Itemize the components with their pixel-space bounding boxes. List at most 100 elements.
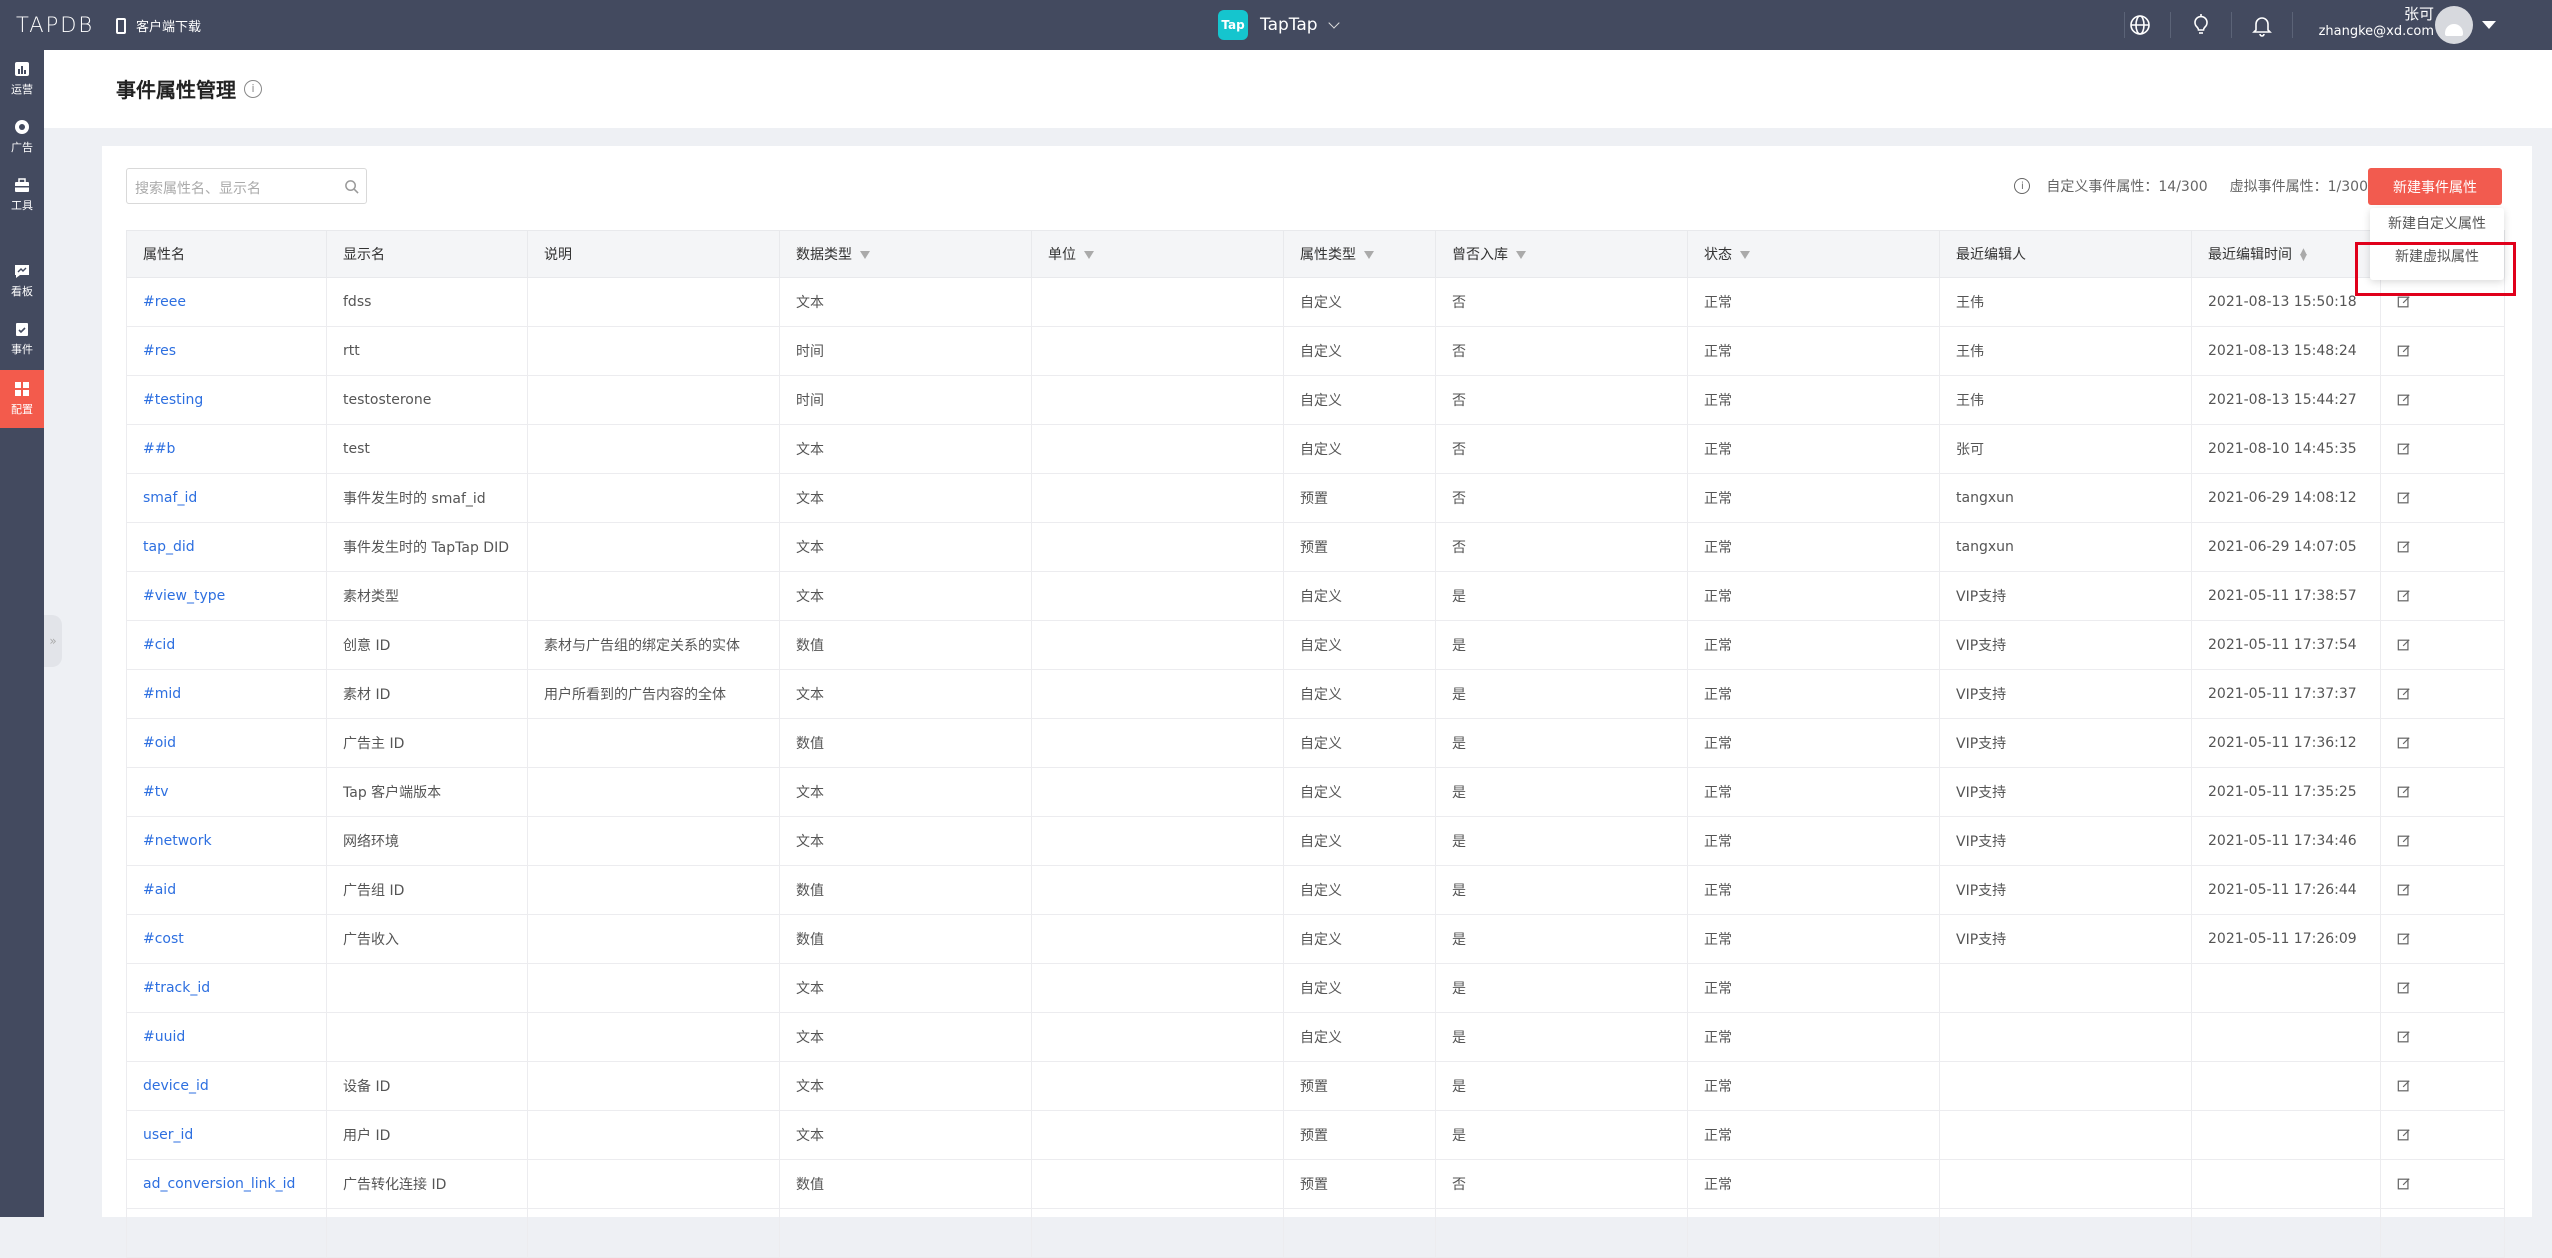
sidebar-item-config[interactable]: 配置 — [0, 370, 44, 428]
client-download-link[interactable]: 客户端下载 — [116, 16, 201, 35]
column-header-data-type[interactable]: 数据类型 — [779, 230, 1032, 278]
edit-icon[interactable] — [2397, 785, 2411, 799]
cell-property-name[interactable]: user_id — [126, 1110, 327, 1160]
edit-icon[interactable] — [2397, 295, 2411, 309]
info-icon[interactable]: i — [244, 79, 262, 98]
tapdb-logo[interactable]: TAPDB — [16, 13, 94, 37]
edit-icon[interactable] — [2397, 736, 2411, 750]
avatar[interactable] — [2435, 6, 2473, 44]
edit-icon[interactable] — [2397, 638, 2411, 652]
cell-property-name[interactable]: #cid — [126, 620, 327, 670]
new-custom-property-option[interactable]: 新建自定义属性 — [2370, 208, 2504, 241]
user-email: zhangke@xd.com — [2318, 24, 2434, 39]
cell-property-name[interactable]: #network — [126, 816, 327, 866]
edit-icon[interactable] — [2397, 1128, 2411, 1142]
cell-property-name[interactable]: #testing — [126, 375, 327, 425]
cell-property-name[interactable]: #tv — [126, 767, 327, 817]
cell-actions — [2380, 1208, 2505, 1258]
edit-icon[interactable] — [2397, 589, 2411, 603]
cell-property-name[interactable]: #aid — [126, 865, 327, 915]
cell-property-name[interactable]: ##b — [126, 424, 327, 474]
new-event-property-button[interactable]: 新建事件属性 — [2368, 168, 2502, 205]
edit-icon[interactable] — [2397, 932, 2411, 946]
cell-actions — [2380, 767, 2505, 817]
cell-data-type: 时间 — [779, 326, 1032, 376]
chart-icon — [15, 62, 29, 76]
edit-icon[interactable] — [2397, 1177, 2411, 1191]
cell-property-name[interactable]: #track_id — [126, 963, 327, 1013]
cell-property-name[interactable]: tap_did — [126, 522, 327, 572]
info-icon[interactable]: i — [2014, 178, 2031, 194]
cell-property-name[interactable]: #oid — [126, 718, 327, 768]
column-header-unit[interactable]: 单位 — [1031, 230, 1284, 278]
sidebar-item-operations[interactable]: 运营 — [0, 50, 44, 108]
edit-icon[interactable] — [2397, 393, 2411, 407]
app-switcher[interactable]: Tap TapTap — [1218, 10, 1340, 40]
filter-icon[interactable] — [1084, 251, 1094, 259]
lightbulb-icon[interactable] — [2189, 13, 2213, 37]
search-icon — [345, 180, 359, 194]
cell-property-name[interactable]: smaf_id — [126, 473, 327, 523]
cell-last-edit-time — [2191, 1110, 2381, 1160]
table-row: smaf_id 事件发生时的 smaf_id 文本 预置否正常 tangxun 2021-… — [126, 473, 2505, 523]
edit-icon[interactable] — [2397, 540, 2411, 554]
edit-icon[interactable] — [2397, 442, 2411, 456]
caret-down-icon[interactable] — [2482, 21, 2496, 29]
filter-icon[interactable] — [860, 251, 870, 259]
edit-icon[interactable] — [2397, 834, 2411, 848]
cell-last-editor: VIP支持 — [1939, 865, 2192, 915]
edit-icon[interactable] — [2397, 1079, 2411, 1093]
bell-icon[interactable] — [2250, 13, 2274, 37]
filter-icon[interactable] — [1516, 251, 1526, 259]
cell-description — [527, 1159, 780, 1209]
cell-data-type: 文本 — [779, 277, 1032, 327]
sidebar-item-tools[interactable]: 工具 — [0, 166, 44, 224]
column-header-status[interactable]: 状态 — [1687, 230, 1940, 278]
cell-last-edit-time — [2191, 1012, 2381, 1062]
cell-property-name[interactable]: device_id — [126, 1061, 327, 1111]
cell-property-name[interactable]: #view_type — [126, 571, 327, 621]
cell-status: 正常 — [1687, 522, 1940, 572]
edit-icon[interactable] — [2397, 1030, 2411, 1044]
edit-icon[interactable] — [2397, 344, 2411, 358]
search-input[interactable]: 搜索属性名、显示名 — [126, 168, 367, 204]
column-header-name: 属性名 — [126, 230, 327, 278]
edit-icon[interactable] — [2397, 687, 2411, 701]
cell-property-type — [1283, 1208, 1436, 1258]
cell-property-name[interactable]: ad_conversion_link_id — [126, 1159, 327, 1209]
sidebar-item-ads[interactable]: 广告 — [0, 108, 44, 166]
user-info[interactable]: 张可 zhangke@xd.com — [2319, 6, 2434, 40]
cell-property-name[interactable]: #cost — [126, 914, 327, 964]
column-header-property-type[interactable]: 属性类型 — [1283, 230, 1436, 278]
collapse-sidebar-handle[interactable]: » — [44, 615, 62, 667]
cell-property-name[interactable]: #uuid — [126, 1012, 327, 1062]
edit-icon[interactable] — [2397, 491, 2411, 505]
sidebar-item-label: 事件 — [11, 343, 33, 356]
cell-last-editor: tangxun — [1939, 522, 2192, 572]
cell-stored: 是 — [1435, 571, 1688, 621]
cell-property-name[interactable]: #reee — [126, 277, 327, 327]
filter-icon[interactable] — [1364, 251, 1374, 259]
column-header-stored[interactable]: 曾否入库 — [1435, 230, 1688, 278]
sort-icon[interactable]: ▲ ▼ — [2300, 248, 2307, 263]
filter-icon[interactable] — [1740, 251, 1750, 259]
cell-unit — [1031, 277, 1284, 327]
cell-property-name[interactable]: #res — [126, 326, 327, 376]
cell-data-type: 文本 — [779, 1110, 1032, 1160]
column-header-last-edit-time[interactable]: 最近编辑时间 ▲ ▼ — [2191, 230, 2381, 278]
event-properties-table: 属性名 显示名 说明 数据类型 单位 属性类型 曾否入库 状态 最近编辑人 最近… — [126, 230, 2505, 1258]
cell-property-name[interactable]: #mid — [126, 669, 327, 719]
table-row: #testing testosterone 时间 自定义否正常 王伟 2021-08-13… — [126, 375, 2505, 425]
cell-actions — [2380, 865, 2505, 915]
cell-property-name[interactable] — [126, 1208, 327, 1258]
edit-icon[interactable] — [2397, 883, 2411, 897]
sidebar-item-events[interactable]: 事件 — [0, 310, 44, 368]
divider — [2292, 12, 2293, 38]
cell-stored: 是 — [1435, 1110, 1688, 1160]
content-card: 搜索属性名、显示名 i 自定义事件属性：14/300 虚拟事件属性：1/300 … — [102, 146, 2532, 1258]
edit-icon[interactable] — [2397, 981, 2411, 995]
cell-status: 正常 — [1687, 571, 1940, 621]
cell-property-type: 自定义 — [1283, 424, 1436, 474]
globe-icon[interactable] — [2128, 13, 2152, 37]
sidebar-item-dashboard[interactable]: 看板 — [0, 252, 44, 310]
